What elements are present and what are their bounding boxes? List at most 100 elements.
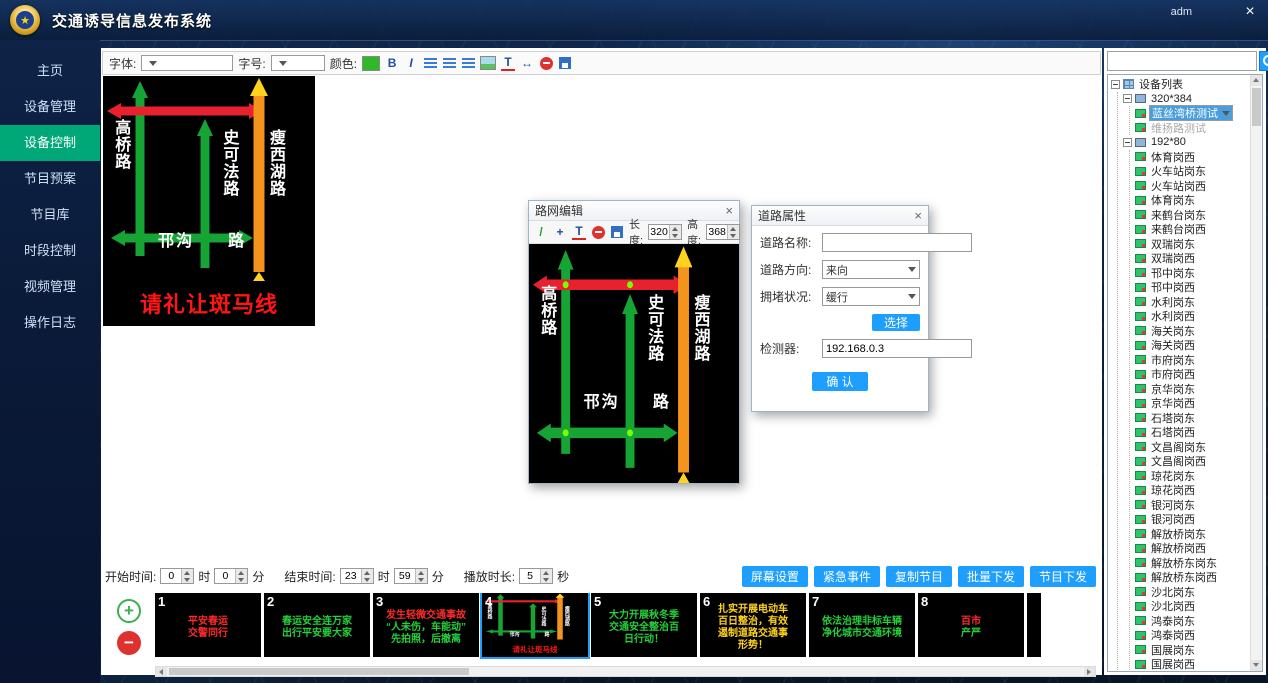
road-editor-canvas[interactable]: 高桥路 史可法路 瘦西湖路 邗沟 路 (529, 244, 739, 483)
tree-device-item[interactable]: 市府岗东 (1135, 353, 1249, 368)
height-stepper[interactable] (706, 224, 740, 240)
scroll-right-icon[interactable] (1084, 667, 1095, 676)
tree-device-item[interactable]: 琼花岗西 (1135, 483, 1249, 498)
spinner-up-icon[interactable] (236, 569, 247, 576)
duration-stepper[interactable] (519, 568, 553, 584)
delete-icon[interactable] (540, 57, 553, 70)
italic-icon[interactable]: I (404, 56, 418, 71)
sidebar-menu-item[interactable]: 设备控制 (0, 125, 100, 161)
collapse-icon[interactable] (1111, 80, 1120, 89)
tree-device-item[interactable]: 国展岗西 (1135, 657, 1249, 672)
tree-device-item[interactable]: 文昌阁岗东 (1135, 440, 1249, 455)
spinner-down-icon[interactable] (182, 576, 193, 583)
tree-device-item[interactable]: 蓝丝湾桥测试 (1135, 106, 1249, 121)
spinner-down-icon[interactable] (236, 576, 247, 583)
start-minute-stepper[interactable] (214, 568, 248, 584)
confirm-button[interactable]: 确 认 (812, 372, 867, 391)
scroll-left-icon[interactable] (156, 667, 167, 676)
road-name-input[interactable] (822, 233, 972, 252)
program-thumbnail[interactable] (1027, 593, 1041, 657)
height-input[interactable] (707, 225, 727, 239)
tree-device-item[interactable]: 体育岗西 (1135, 150, 1249, 165)
tree-device-item[interactable]: 沙北岗西 (1135, 599, 1249, 614)
playback-action-button[interactable]: 紧急事件 (814, 566, 880, 587)
spinner-up-icon[interactable] (728, 225, 739, 232)
tree-device-item[interactable]: 银河岗东 (1135, 498, 1249, 513)
align-left-icon[interactable] (424, 58, 437, 69)
bold-icon[interactable]: B (385, 56, 399, 71)
scroll-down-icon[interactable] (1251, 660, 1262, 671)
spinner-up-icon[interactable] (362, 569, 373, 576)
end-hour-input[interactable] (341, 569, 361, 583)
current-user[interactable]: adm (1171, 6, 1192, 18)
tree-root[interactable]: 设备列表 (1111, 77, 1249, 92)
program-thumbnail[interactable]: 3 发生轻微交通事故 “人未伤，车能动” 先拍照，后撤离 (373, 593, 479, 657)
tree-device-item[interactable]: 沙北岗东 (1135, 585, 1249, 600)
tree-device-item[interactable]: 海关岗东 (1135, 324, 1249, 339)
font-size-select[interactable] (271, 55, 325, 71)
tree-device-item[interactable]: 市府岗西 (1135, 367, 1249, 382)
spinner-down-icon[interactable] (362, 576, 373, 583)
tree-device-item[interactable]: 来鹤台岗东 (1135, 208, 1249, 223)
spinner-down-icon[interactable] (541, 576, 552, 583)
text-tool-icon[interactable]: T (501, 56, 515, 71)
tree-device-item[interactable]: 维扬路测试 (1135, 121, 1249, 136)
tree-device-item[interactable]: 双瑞岗东 (1135, 237, 1249, 252)
scroll-up-icon[interactable] (1251, 75, 1262, 86)
led-preview-canvas[interactable]: 高桥路 史可法路 瘦西湖路 邗沟 路 请礼让斑马线 (103, 76, 315, 326)
spinner-up-icon[interactable] (182, 569, 193, 576)
draw-line-icon[interactable]: / (534, 225, 548, 240)
sidebar-menu-item[interactable]: 设备管理 (0, 89, 100, 125)
delete-icon[interactable] (592, 226, 605, 239)
close-icon[interactable]: × (1242, 4, 1258, 20)
search-button[interactable] (1259, 51, 1268, 71)
program-thumbnail[interactable]: 7 依法治理非标车辆 净化城市交通环境 (809, 593, 915, 657)
font-select[interactable] (141, 55, 233, 71)
sidebar-menu-item[interactable]: 时段控制 (0, 233, 100, 269)
end-minute-stepper[interactable] (394, 568, 428, 584)
spinner-down-icon[interactable] (728, 232, 739, 239)
scrollbar-thumb[interactable] (169, 668, 469, 675)
tree-device-item[interactable]: 来鹤台岗西 (1135, 222, 1249, 237)
duration-input[interactable] (520, 569, 540, 583)
tree-device-item[interactable]: 京华岗西 (1135, 396, 1249, 411)
end-hour-stepper[interactable] (340, 568, 374, 584)
playback-action-button[interactable]: 复制节目 (886, 566, 952, 587)
program-strip-scrollbar[interactable] (155, 666, 1096, 677)
tree-device-item[interactable]: 体育岗东 (1135, 193, 1249, 208)
remove-program-button[interactable] (117, 631, 141, 655)
tree-device-item[interactable]: 鸿泰岗东 (1135, 614, 1249, 629)
collapse-icon[interactable] (1123, 94, 1132, 103)
start-hour-input[interactable] (161, 569, 181, 583)
tree-device-item[interactable]: 石塔岗西 (1135, 425, 1249, 440)
close-icon[interactable]: × (914, 209, 922, 222)
tree-device-item[interactable]: 鸿泰岗西 (1135, 628, 1249, 643)
spinner-up-icon[interactable] (670, 225, 681, 232)
length-stepper[interactable] (648, 224, 682, 240)
align-right-icon[interactable] (462, 58, 475, 69)
sidebar-menu-item[interactable]: 视频管理 (0, 269, 100, 305)
tree-device-item[interactable]: 火车站岗东 (1135, 164, 1249, 179)
tree-group-320x384[interactable]: 320*384 (1123, 92, 1249, 107)
tree-device-item[interactable]: 琼花岗东 (1135, 469, 1249, 484)
tree-device-item[interactable]: 解放桥东岗东 (1135, 556, 1249, 571)
tree-device-item[interactable]: 双瑞岗西 (1135, 251, 1249, 266)
tree-device-item[interactable]: 文昌阁岗西 (1135, 454, 1249, 469)
tree-device-item[interactable]: 海关岗西 (1135, 338, 1249, 353)
tree-scrollbar[interactable] (1250, 75, 1262, 671)
sidebar-menu-item[interactable]: 节目预案 (0, 161, 100, 197)
congestion-select[interactable]: 缓行 (822, 287, 920, 306)
close-icon[interactable]: × (725, 204, 733, 217)
detector-input[interactable] (822, 339, 972, 358)
playback-action-button[interactable]: 节目下发 (1030, 566, 1096, 587)
tree-device-item[interactable]: 水利岗东 (1135, 295, 1249, 310)
tree-device-item[interactable]: 解放桥岗西 (1135, 541, 1249, 556)
tree-device-item[interactable]: 解放桥东岗西 (1135, 570, 1249, 585)
text-tool-icon[interactable]: T (572, 225, 586, 240)
collapse-icon[interactable] (1123, 138, 1132, 147)
playback-action-button[interactable]: 屏幕设置 (742, 566, 808, 587)
program-thumbnail-selected[interactable]: 4 高 (482, 593, 588, 657)
fit-width-icon[interactable]: ↔ (520, 56, 534, 71)
program-thumbnail[interactable]: 5 大力开展秋冬季 交通安全整治百 日行动！ (591, 593, 697, 657)
road-direction-select[interactable]: 来向 (822, 260, 920, 279)
